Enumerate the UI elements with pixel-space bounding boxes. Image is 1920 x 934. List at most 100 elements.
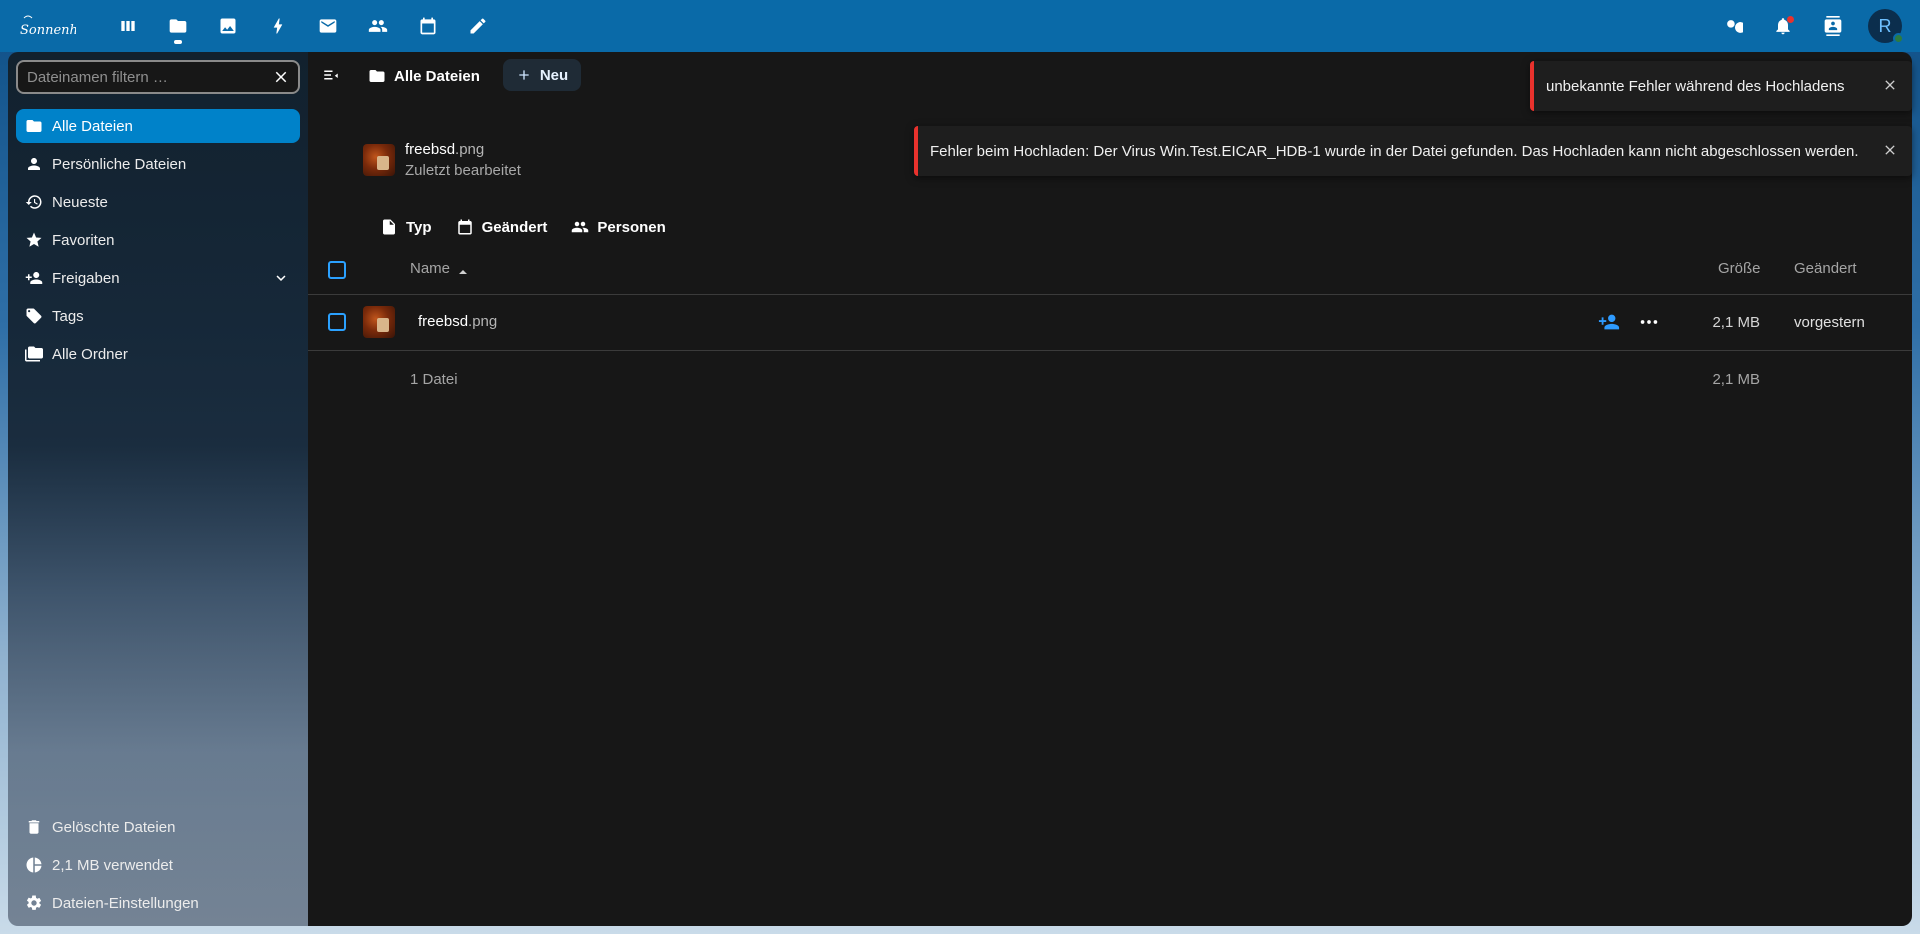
- activity-app[interactable]: [253, 0, 303, 52]
- sidebar-item-deleted-files[interactable]: Gelöschte Dateien: [16, 810, 300, 844]
- new-button[interactable]: Neu: [503, 59, 581, 91]
- top-header: Sonnenhof: [0, 0, 1920, 52]
- folder-icon: [369, 70, 385, 82]
- new-button-label: Neu: [539, 66, 569, 84]
- total-size: 2,1 MB: [1712, 371, 1760, 388]
- sidebar-item-tags[interactable]: Tags: [16, 299, 300, 333]
- file-thumbnail: [363, 144, 395, 176]
- filename-filter-input[interactable]: [27, 68, 257, 86]
- pie-chart-icon: [26, 857, 42, 873]
- toast-message: unbekannte Fehler während des Hochladens: [1546, 77, 1845, 95]
- contacts-menu-button[interactable]: [1808, 0, 1858, 52]
- share-icon: [1598, 314, 1620, 330]
- header-right-menu: R: [1708, 0, 1920, 52]
- row-checkbox[interactable]: [328, 313, 346, 331]
- file-thumbnail: [363, 306, 395, 338]
- mail-icon: [319, 19, 337, 33]
- dots-horizontal-icon: [1640, 320, 1658, 324]
- close-icon: [275, 71, 287, 83]
- avatar-letter: R: [1878, 15, 1892, 36]
- sidebar-item-label: Tags: [52, 307, 84, 325]
- sidebar-item-shares[interactable]: Freigaben: [16, 261, 300, 295]
- unified-search-button[interactable]: [1708, 0, 1758, 52]
- contacts-icon: [368, 20, 388, 32]
- table-header: Name Größe Geändert: [308, 244, 1912, 295]
- history-icon: [25, 195, 42, 209]
- sidebar-item-recent[interactable]: Neueste: [16, 185, 300, 219]
- plus-icon: [519, 70, 529, 80]
- calendar-app[interactable]: [403, 0, 453, 52]
- folder-icon: [26, 120, 42, 132]
- user-avatar[interactable]: R: [1868, 9, 1904, 44]
- share-button[interactable]: [1598, 311, 1620, 333]
- account-icon: [28, 158, 40, 170]
- select-all-checkbox[interactable]: [328, 261, 346, 279]
- files-content: Alle Dateien Neu freebsd.png Zuletzt bea…: [308, 52, 1912, 926]
- sidebar-item-label: Gelöschte Dateien: [52, 818, 176, 836]
- trash-icon: [28, 820, 40, 834]
- lightning-icon: [273, 18, 283, 34]
- sidebar-item-all-folders[interactable]: Alle Ordner: [16, 337, 300, 371]
- table-row[interactable]: freebsd.png 2,1 MB vorgestern: [308, 295, 1912, 351]
- filter-people-label: Personen: [597, 218, 666, 236]
- notifications-button[interactable]: [1758, 0, 1808, 52]
- filter-modified-button[interactable]: Geändert: [444, 210, 560, 244]
- mail-app[interactable]: [303, 0, 353, 52]
- breadcrumb[interactable]: Alle Dateien: [368, 60, 480, 92]
- filter-modified-label: Geändert: [481, 218, 548, 236]
- recent-file-name: freebsd.png: [405, 141, 485, 158]
- notes-app[interactable]: [453, 0, 503, 52]
- expand-shares-button[interactable]: [272, 269, 290, 287]
- toast-close-button[interactable]: [1882, 142, 1898, 158]
- sidebar-item-alle-dateien[interactable]: Alle Dateien: [16, 109, 300, 143]
- file-filters: Typ Geändert Personen: [368, 210, 678, 244]
- more-actions-button[interactable]: [1638, 311, 1660, 333]
- toggle-navigation-button[interactable]: [314, 58, 348, 92]
- storage-usage[interactable]: 2,1 MB verwendet: [16, 848, 300, 882]
- sidebar-item-favorites[interactable]: Favoriten: [16, 223, 300, 257]
- error-toast: unbekannte Fehler während des Hochladens: [1530, 61, 1912, 111]
- svg-text:Sonnenhof: Sonnenhof: [20, 23, 76, 38]
- breadcrumb-label: Alle Dateien: [394, 67, 480, 85]
- file-size: 2,1 MB: [1712, 314, 1760, 331]
- toast-close-button[interactable]: [1882, 77, 1898, 93]
- table-summary: 1 Datei 2,1 MB: [308, 352, 1912, 408]
- calendar-icon: [457, 219, 472, 235]
- pencil-icon: [470, 18, 486, 34]
- gear-icon: [26, 895, 42, 910]
- menu-collapse-icon: [324, 70, 338, 80]
- sidebar-item-label: Alle Ordner: [52, 345, 128, 363]
- sidebar-item-personal-files[interactable]: Persönliche Dateien: [16, 147, 300, 181]
- contacts-app[interactable]: [353, 0, 403, 52]
- contact-card-icon: [1824, 16, 1842, 36]
- share-icon: [25, 272, 43, 284]
- chevron-down-icon: [276, 275, 286, 281]
- file-name[interactable]: freebsd.png: [418, 313, 497, 330]
- app-navigation: [103, 0, 503, 52]
- people-icon: [572, 221, 589, 233]
- column-modified-header[interactable]: Geändert: [1794, 260, 1857, 277]
- sidebar-item-label: Neueste: [52, 193, 108, 211]
- folder-multiple-icon: [25, 346, 43, 362]
- dashboard-icon: [121, 21, 135, 31]
- photos-app[interactable]: [203, 0, 253, 52]
- sidebar-item-label: Favoriten: [52, 231, 115, 249]
- filter-people-button[interactable]: Personen: [559, 210, 677, 244]
- recent-file-card[interactable]: freebsd.png Zuletzt bearbeitet: [363, 138, 521, 182]
- column-size-header[interactable]: Größe: [1718, 260, 1761, 277]
- column-name-label: Name: [410, 260, 451, 277]
- sidebar-footer: Gelöschte Dateien 2,1 MB verwendet Datei…: [16, 810, 300, 924]
- filter-type-button[interactable]: Typ: [368, 210, 444, 244]
- recent-file-subtitle: Zuletzt bearbeitet: [405, 162, 521, 179]
- files-app[interactable]: [153, 0, 203, 52]
- file-count: 1 Datei: [410, 371, 458, 388]
- close-icon: [1885, 145, 1895, 155]
- virus-error-toast: Fehler beim Hochladen: Der Virus Win.Tes…: [914, 126, 1912, 176]
- dashboard-app[interactable]: [103, 0, 153, 52]
- sidebar-item-label: Alle Dateien: [52, 117, 133, 135]
- clear-filter-button[interactable]: [272, 68, 290, 86]
- column-name-header[interactable]: Name: [410, 260, 468, 277]
- search-icon: [1727, 20, 1743, 33]
- sidebar-item-files-settings[interactable]: Dateien-Einstellungen: [16, 886, 300, 920]
- logo[interactable]: Sonnenhof: [18, 12, 76, 40]
